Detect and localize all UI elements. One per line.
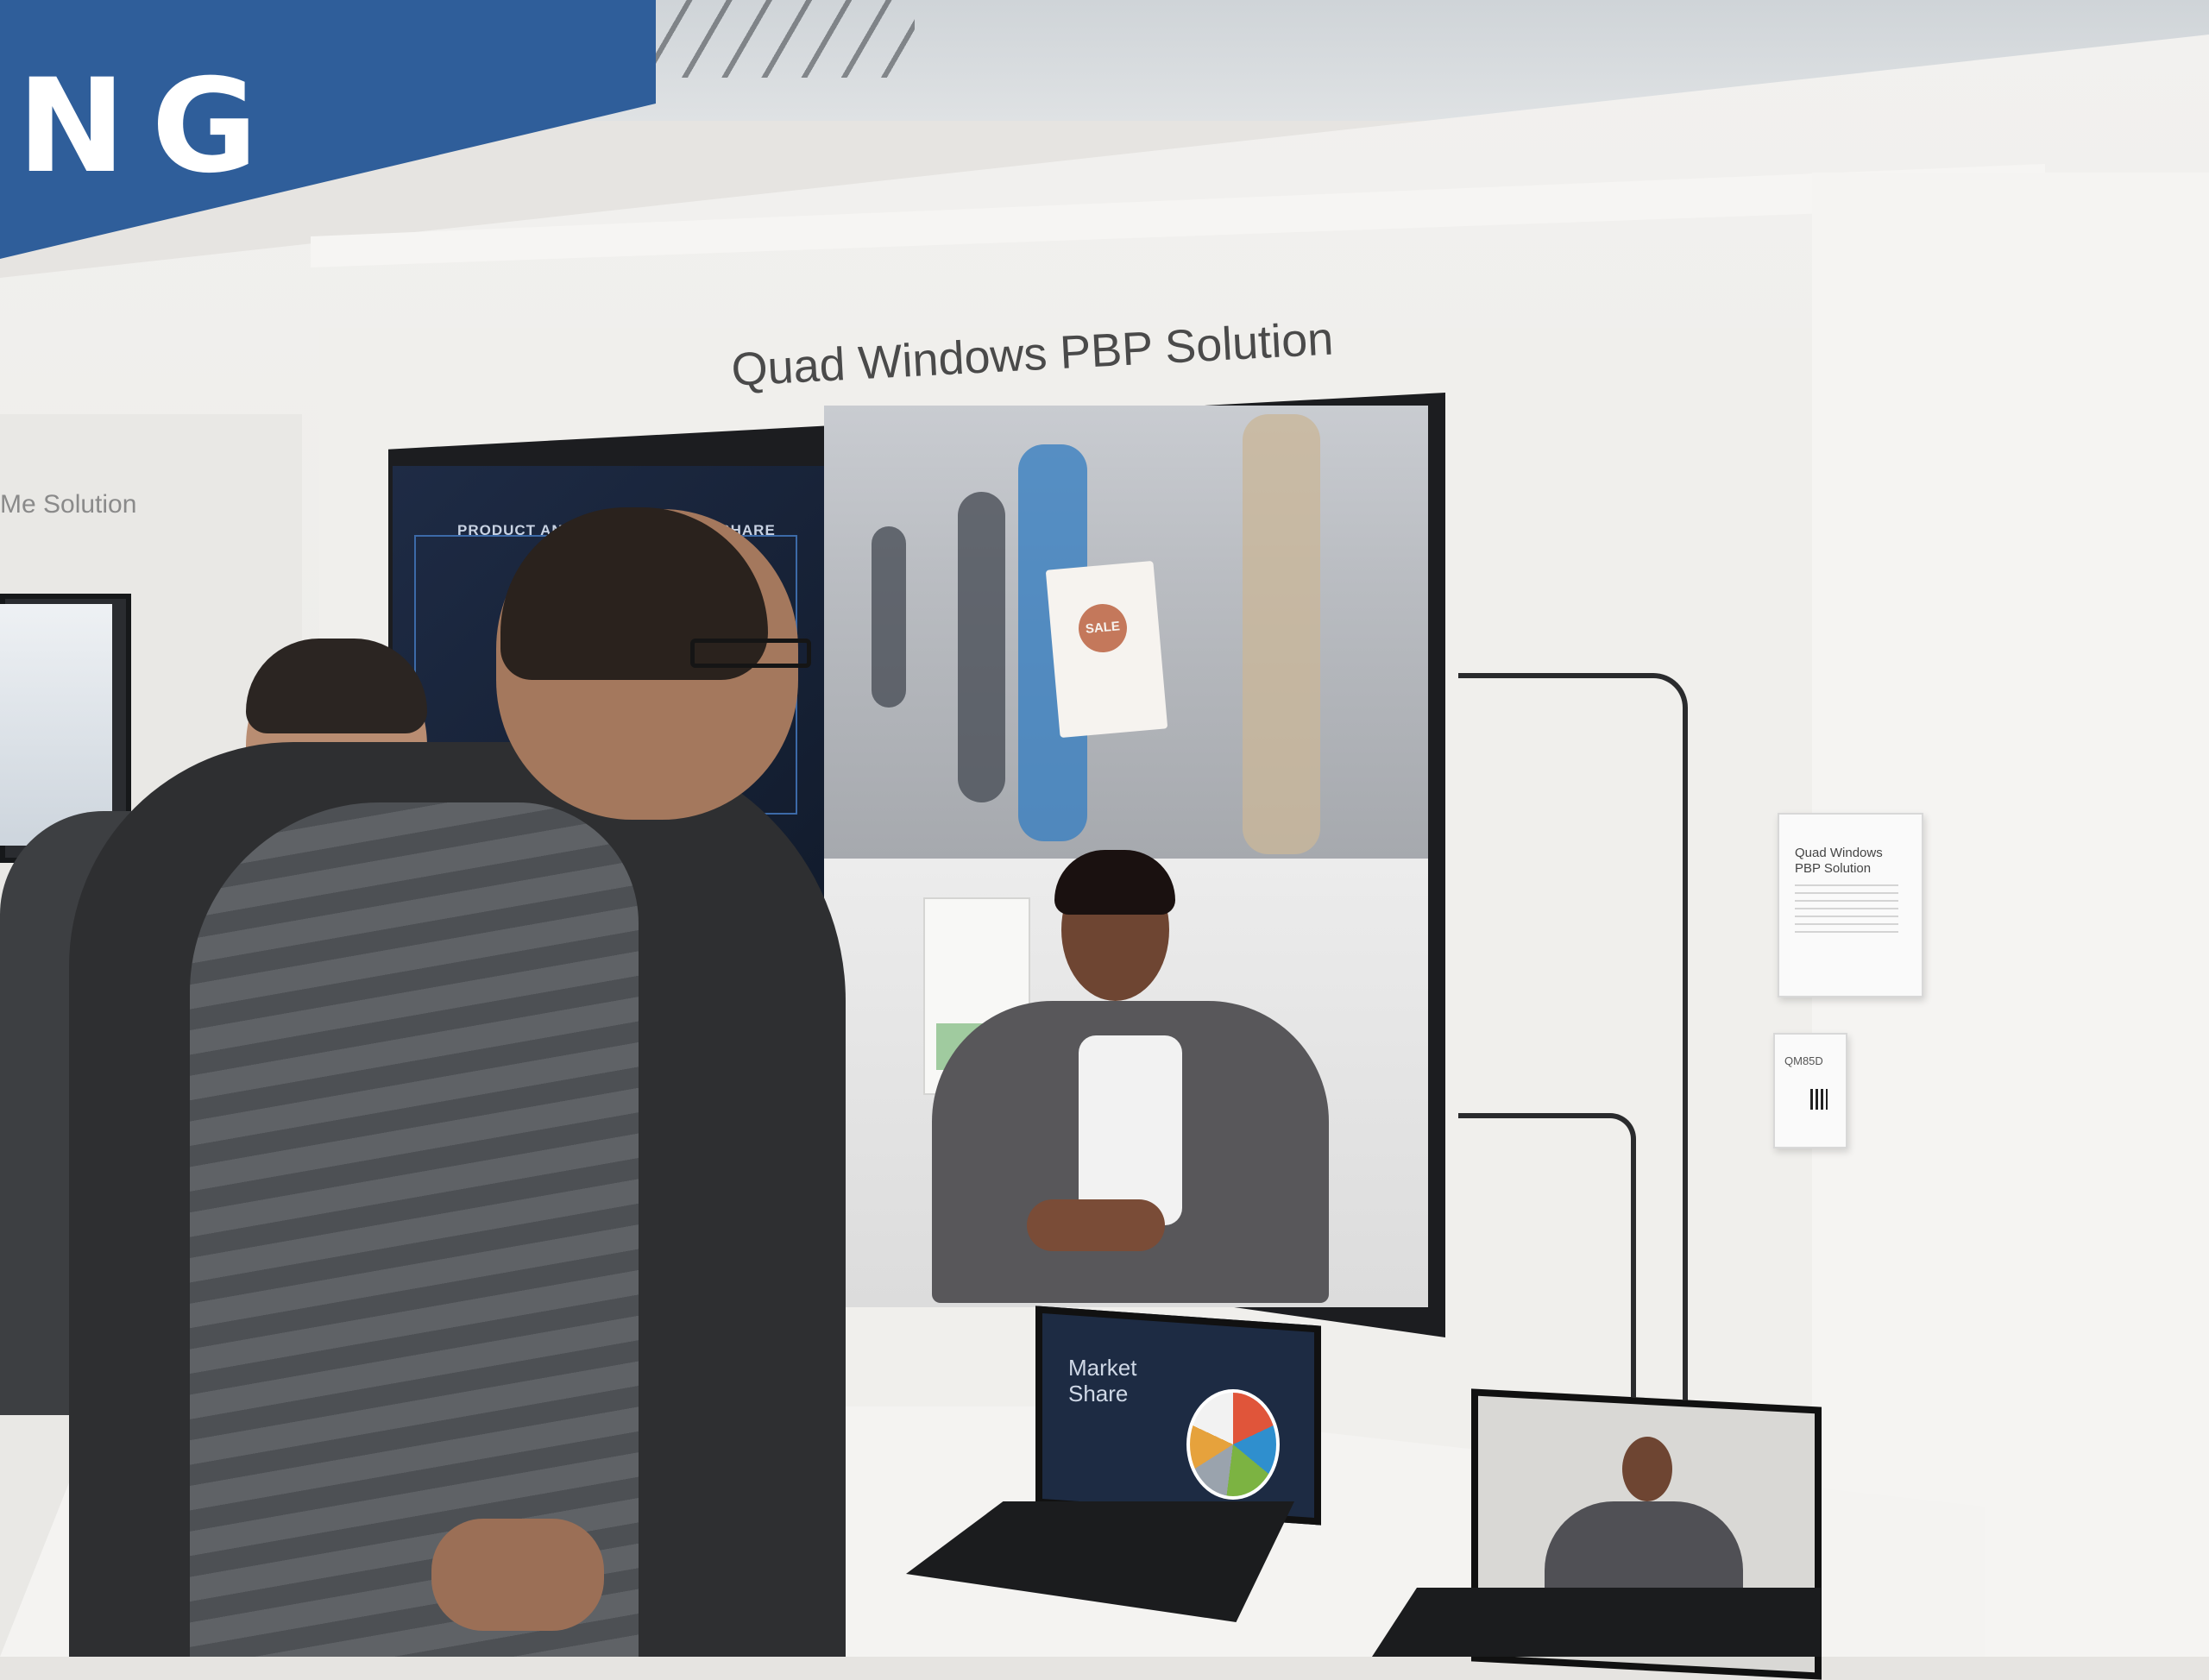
visitor-foreground-hand [431,1519,604,1631]
pedestrian-figure [872,526,906,708]
laptop-presenter-head [1622,1437,1672,1501]
laptop-pie-chart [1186,1389,1280,1500]
info-card-title-line2: PBP Solution [1795,861,1872,876]
model-number: QM85D [1784,1054,1823,1067]
presenter-shirt [1079,1035,1182,1225]
laptop-slide-title: Market Share [1068,1355,1136,1406]
laptop-slide-title-line2: Share [1068,1381,1129,1406]
glasses-icon [690,639,811,668]
product-info-card-title: Quad Windows PBP Solution [1795,846,1907,877]
info-card-title-line1: Quad Windows [1795,846,1883,860]
product-info-card-body [1795,884,1898,936]
laptop-slide-title-line1: Market [1068,1355,1137,1381]
left-panel-title: Me Solution [0,490,137,519]
presenter-hands [1027,1199,1165,1251]
qr-code-icon [1810,1089,1828,1110]
pedestrian-figure [958,492,1005,802]
brand-banner-text: NG [17,52,284,202]
laptop-right-keyboard [1372,1588,1821,1657]
left-wall-display-screen [0,604,112,846]
pedestrian-figure [1243,414,1320,854]
laptop-left-screen [1035,1306,1321,1526]
